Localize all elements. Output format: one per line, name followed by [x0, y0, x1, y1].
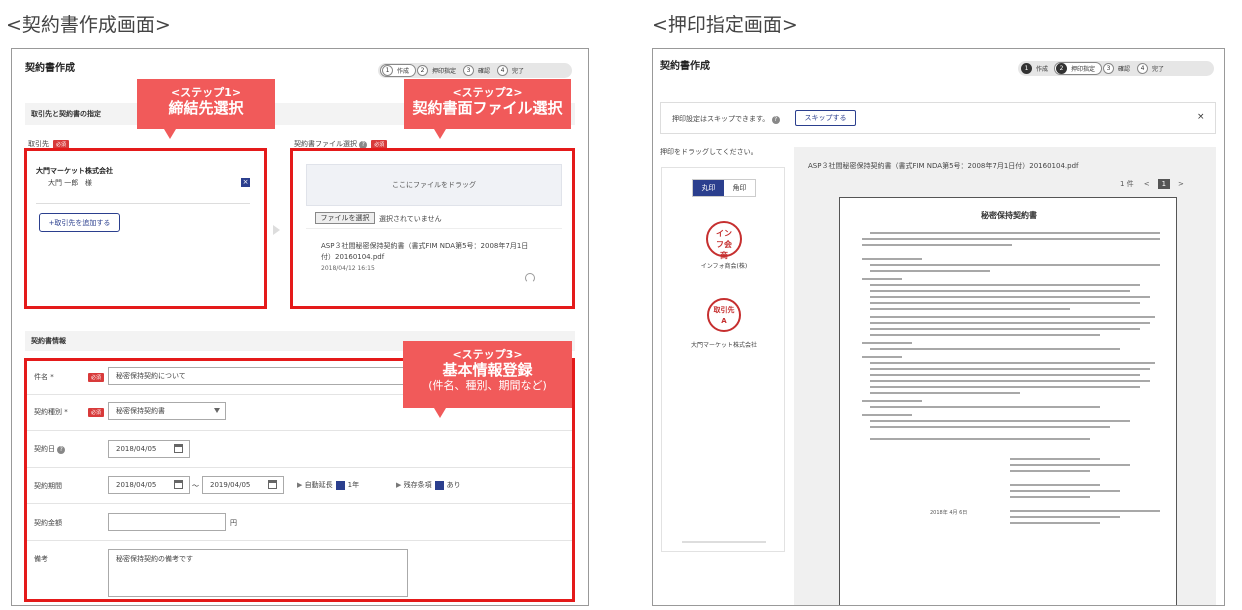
document-text-line [1010, 484, 1100, 486]
document-text-line [870, 302, 1140, 304]
seal2-label: 大門マーケット株式会社 [690, 342, 757, 349]
step2-callout: <ステップ2> 契約書面ファイル選択 [404, 79, 571, 129]
partner-round-seal[interactable]: 取引先A [707, 298, 741, 332]
document-page[interactable]: 秘密保持契約書 2018年 4月 6日 [839, 197, 1177, 605]
seal1-label: インフォ商会(株) [700, 263, 748, 270]
document-filename: ASP３社間秘密保持契約書（書式FIM NDA第5号：2008年7月1日付）20… [808, 162, 1079, 170]
step3-callout-arrow [434, 408, 446, 418]
pager-next[interactable]: > [1178, 180, 1184, 188]
document-text-line [870, 284, 1140, 286]
right-caption: <押印指定画面> [652, 14, 798, 36]
document-text-line [870, 296, 1150, 298]
document-text-line [862, 244, 1012, 246]
step-confirm: 3 確認 [462, 64, 496, 77]
document-text-line [870, 334, 1100, 336]
document-text-line [1010, 510, 1160, 512]
skip-button[interactable]: スキップする [795, 110, 856, 126]
document-text-line [870, 264, 1160, 266]
close-icon[interactable]: × [1197, 112, 1205, 122]
document-text-line [870, 290, 1130, 292]
step1-callout-arrow [164, 129, 176, 139]
tab-round-seal[interactable]: 丸印 [693, 180, 724, 196]
step1-highlight [24, 148, 267, 309]
help-icon: ? [771, 116, 780, 124]
seal-type-tabs: 丸印 角印 [692, 179, 756, 197]
document-text-line [1010, 470, 1090, 472]
pager-current[interactable]: 1 [1157, 179, 1171, 189]
document-text-line [870, 438, 1090, 440]
document-text-line [870, 316, 1155, 318]
document-text-line [1010, 516, 1120, 518]
step-create: 1 作成 [380, 64, 417, 77]
document-text-line [870, 348, 1120, 350]
step-done: 4 完了 [496, 64, 530, 77]
document-title: 秘密保持契約書 [981, 211, 1037, 220]
document-text-line [1010, 522, 1100, 524]
document-text-line [862, 342, 912, 344]
step1-callout: <ステップ1> 締結先選択 [137, 79, 275, 129]
document-text-line [870, 270, 990, 272]
document-text-line [862, 278, 902, 280]
seal-palette: 丸印 角印 インフ会商 インフォ商会(株) 取引先A 大門マーケット株式会社 [661, 167, 785, 552]
document-date: 2018年 4月 6日 [930, 510, 968, 516]
tab-square-seal[interactable]: 角印 [724, 180, 755, 196]
document-text-line [870, 328, 1140, 330]
skip-bar: 押印設定はスキップできます。 ? スキップする × [660, 102, 1216, 134]
seal-placement-panel: 契約書作成 1 作成 2 押印指定 3 確認 4 完了 押印設定はスキップできます。 ?… [652, 48, 1225, 606]
document-text-line [870, 380, 1150, 382]
page-title: 契約書作成 [25, 63, 75, 74]
document-text-line [1010, 490, 1120, 492]
step-confirm: 3 確認 [1102, 62, 1136, 75]
document-text-line [862, 356, 902, 358]
palette-scrollbar[interactable] [682, 541, 766, 543]
step-seal: 2 押印指定 [1054, 62, 1103, 75]
document-text-line [870, 322, 1150, 324]
step3-callout: <ステップ3> 基本情報登録 (件名、種別、期間など) [403, 341, 572, 408]
drag-instruction: 押印をドラッグしてください。 [660, 148, 758, 156]
document-text-line [870, 386, 1140, 388]
document-text-line [870, 374, 1140, 376]
document-text-line [1010, 464, 1130, 466]
document-text-line [870, 308, 1070, 310]
document-text-line [870, 426, 1110, 428]
page-title: 契約書作成 [660, 61, 710, 72]
document-text-line [870, 232, 1160, 234]
document-text-line [870, 368, 1150, 370]
arrow-icon [273, 225, 280, 235]
document-text-line [870, 362, 1155, 364]
step2-highlight [290, 148, 575, 309]
document-text-line [1010, 496, 1090, 498]
document-viewer: ASP３社間秘密保持契約書（書式FIM NDA第5号：2008年7月1日付）20… [794, 147, 1216, 605]
document-text-line [862, 400, 922, 402]
step-indicator: 1 作成 2 押印指定 3 確認 4 完了 [1018, 61, 1214, 76]
document-text-line [870, 406, 1100, 408]
step2-callout-arrow [434, 129, 446, 139]
pager-count: 1 件 [1120, 180, 1134, 188]
document-text-line [862, 258, 922, 260]
skip-text: 押印設定はスキップできます。 ? [672, 114, 780, 124]
document-text-line [870, 392, 1020, 394]
step-seal: 2 押印指定 [416, 64, 462, 77]
left-caption: <契約書作成画面> [6, 14, 171, 36]
document-text-line [870, 420, 1130, 422]
document-text-line [862, 414, 912, 416]
document-text-line [862, 238, 1160, 240]
step-create: 1 作成 [1020, 62, 1054, 75]
company-round-seal[interactable]: インフ会商 [706, 221, 742, 260]
pager: 1 件 < 1 > [1120, 179, 1184, 189]
step-indicator: 1 作成 2 押印指定 3 確認 4 完了 [378, 63, 572, 78]
pager-prev[interactable]: < [1144, 180, 1150, 188]
document-text-line [1010, 458, 1100, 460]
step-done: 4 完了 [1136, 62, 1170, 75]
